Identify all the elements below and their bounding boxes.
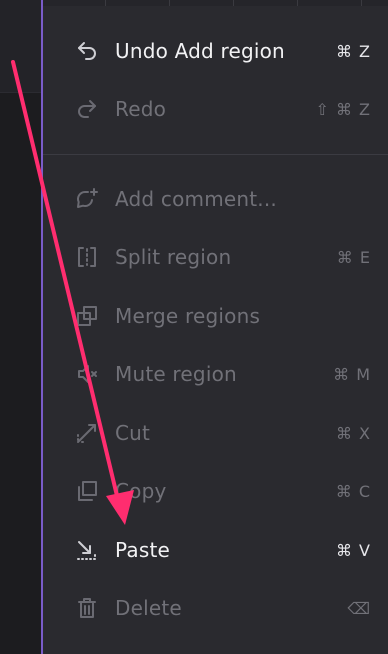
- menu-separator: [43, 154, 388, 155]
- menu-item-label: Paste: [115, 538, 170, 562]
- shortcut-hint: ⇧ ⌘ Z: [315, 99, 371, 119]
- shortcut-hint: ⌘ Z: [335, 41, 371, 61]
- split-icon: [75, 245, 99, 269]
- menu-item-label: Copy: [115, 479, 167, 503]
- menu-item-label: Delete: [115, 596, 182, 620]
- menu-item-label: Add comment...: [115, 187, 277, 211]
- undo-icon: [75, 39, 99, 63]
- cut-icon: [75, 421, 99, 445]
- trash-icon: [75, 596, 99, 620]
- context-menu: Undo Add region ⌘ Z Redo ⇧ ⌘ Z Add comme…: [41, 0, 388, 654]
- menu-item-merge-regions[interactable]: Merge regions: [43, 287, 388, 345]
- shortcut-hint: ⌫: [347, 598, 371, 618]
- menu-item-split-region[interactable]: Split region ⌘ E: [43, 228, 388, 286]
- shortcut-hint: ⌘ E: [336, 247, 371, 267]
- menu-item-label: Cut: [115, 421, 151, 445]
- add-comment-icon: [75, 187, 99, 211]
- menu-item-copy[interactable]: Copy ⌘ C: [43, 462, 388, 520]
- shortcut-hint: ⌘ C: [335, 481, 371, 501]
- shortcut-hint: ⌘ X: [335, 423, 371, 443]
- menu-item-label: Merge regions: [115, 304, 261, 328]
- menu-item-add-comment[interactable]: Add comment...: [43, 170, 388, 228]
- menu-item-label: Redo: [115, 97, 167, 121]
- background-panel: [0, 0, 42, 654]
- menu-item-label: Split region: [115, 245, 232, 269]
- copy-icon: [75, 479, 99, 503]
- paste-icon: [75, 538, 99, 562]
- redo-icon: [75, 97, 99, 121]
- background-toolbar: [0, 0, 42, 93]
- menu-item-redo[interactable]: Redo ⇧ ⌘ Z: [43, 80, 388, 138]
- menu-item-paste[interactable]: Paste ⌘ V: [43, 521, 388, 579]
- menu-item-delete[interactable]: Delete ⌫: [43, 579, 388, 637]
- shortcut-hint: ⌘ M: [333, 364, 371, 384]
- menu-top-edge: [43, 0, 388, 6]
- menu-item-label: Undo Add region: [115, 39, 285, 63]
- shortcut-hint: ⌘ V: [335, 540, 371, 560]
- menu-item-cut[interactable]: Cut ⌘ X: [43, 404, 388, 462]
- menu-item-mute-region[interactable]: Mute region ⌘ M: [43, 345, 388, 403]
- menu-item-label: Mute region: [115, 362, 237, 386]
- menu-item-undo[interactable]: Undo Add region ⌘ Z: [43, 22, 388, 80]
- merge-icon: [75, 304, 99, 328]
- mute-icon: [75, 362, 99, 386]
